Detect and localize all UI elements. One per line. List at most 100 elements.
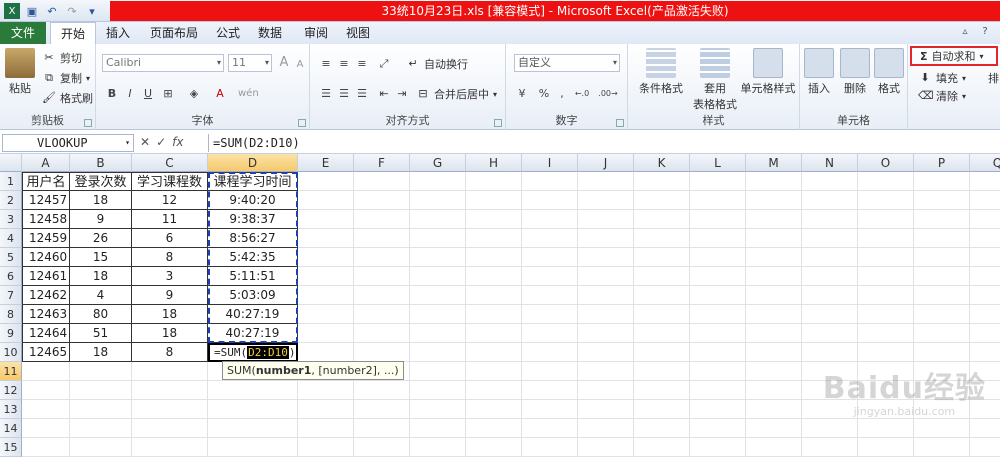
cell[interactable]	[132, 400, 208, 419]
merge-center-button[interactable]: ⊟ 合并后居中 ▾	[416, 86, 497, 102]
align-center-icon[interactable]: ☰	[336, 86, 352, 102]
increase-decimal-button[interactable]: ←.0	[572, 86, 592, 102]
cell[interactable]	[634, 286, 690, 305]
borders-icon[interactable]: ⊞	[160, 86, 176, 102]
cell[interactable]	[690, 267, 746, 286]
minimize-ribbon-icon[interactable]: ▵	[958, 25, 972, 39]
cell[interactable]	[690, 191, 746, 210]
tab-insert[interactable]: 插入	[100, 22, 136, 44]
cell[interactable]	[298, 400, 354, 419]
table-cell[interactable]: 8:56:27	[208, 229, 298, 248]
cell[interactable]	[858, 267, 914, 286]
cell[interactable]	[746, 381, 802, 400]
cell[interactable]	[70, 362, 132, 381]
cell[interactable]	[634, 172, 690, 191]
table-cell[interactable]: 12458	[22, 210, 70, 229]
cell[interactable]	[354, 419, 410, 438]
table-cell[interactable]: 40:27:19	[208, 324, 298, 343]
cell[interactable]	[578, 305, 634, 324]
format-painter-button[interactable]: 🖌 格式刷	[42, 90, 93, 106]
cell[interactable]	[208, 381, 298, 400]
cell[interactable]	[298, 229, 354, 248]
cell[interactable]	[746, 305, 802, 324]
cell[interactable]	[410, 419, 466, 438]
cell[interactable]	[690, 248, 746, 267]
paste-button[interactable]: 粘贴	[4, 48, 36, 96]
cell[interactable]	[634, 305, 690, 324]
italic-button[interactable]: I	[122, 86, 138, 102]
cell[interactable]	[746, 248, 802, 267]
cell[interactable]	[746, 343, 802, 362]
cell[interactable]	[578, 381, 634, 400]
cell[interactable]	[70, 400, 132, 419]
underline-button[interactable]: U	[140, 86, 156, 102]
cell[interactable]	[466, 267, 522, 286]
cell[interactable]	[298, 419, 354, 438]
cell[interactable]	[578, 191, 634, 210]
decrease-decimal-button[interactable]: .00→	[596, 86, 620, 102]
cell[interactable]	[354, 172, 410, 191]
table-cell[interactable]: 5:03:09	[208, 286, 298, 305]
cell[interactable]	[914, 343, 970, 362]
cell[interactable]	[208, 419, 298, 438]
cell[interactable]	[634, 324, 690, 343]
cell[interactable]	[522, 248, 578, 267]
cell[interactable]	[578, 324, 634, 343]
number-format-combo[interactable]: 自定义 ▾	[514, 54, 620, 72]
cell[interactable]	[578, 267, 634, 286]
dialog-launcher-icon[interactable]	[494, 119, 502, 127]
table-cell[interactable]: 11	[132, 210, 208, 229]
row-header-5[interactable]: 5	[0, 248, 22, 267]
cell[interactable]	[410, 229, 466, 248]
cell[interactable]	[354, 305, 410, 324]
cell[interactable]	[802, 286, 858, 305]
table-cell[interactable]: 40:27:19	[208, 305, 298, 324]
cell[interactable]	[466, 305, 522, 324]
table-cell[interactable]: 18	[132, 324, 208, 343]
cell[interactable]	[802, 324, 858, 343]
font-size-combo[interactable]: 11 ▾	[228, 54, 272, 72]
cell[interactable]	[466, 381, 522, 400]
column-header-c[interactable]: C	[132, 154, 208, 172]
cell[interactable]	[208, 438, 298, 457]
cell[interactable]	[858, 286, 914, 305]
cell[interactable]	[690, 286, 746, 305]
dialog-launcher-icon[interactable]	[298, 119, 306, 127]
cell[interactable]	[970, 343, 1000, 362]
row-header-1[interactable]: 1	[0, 172, 22, 191]
table-cell[interactable]: 12461	[22, 267, 70, 286]
select-all-corner[interactable]	[0, 154, 22, 172]
cancel-icon[interactable]: ✕	[140, 135, 150, 149]
cell[interactable]	[970, 419, 1000, 438]
column-header-h[interactable]: H	[466, 154, 522, 172]
cell[interactable]	[802, 172, 858, 191]
cell[interactable]	[354, 343, 410, 362]
cell[interactable]	[466, 438, 522, 457]
cell[interactable]	[522, 324, 578, 343]
cell[interactable]	[410, 400, 466, 419]
table-cell[interactable]: 9:38:37	[208, 210, 298, 229]
dialog-launcher-icon[interactable]	[84, 119, 92, 127]
cell[interactable]	[858, 229, 914, 248]
cell[interactable]	[914, 248, 970, 267]
column-header-p[interactable]: P	[914, 154, 970, 172]
cell[interactable]	[746, 229, 802, 248]
save-icon[interactable]: ▣	[24, 3, 40, 19]
column-header-f[interactable]: F	[354, 154, 410, 172]
cell[interactable]	[578, 229, 634, 248]
row-header-15[interactable]: 15	[0, 438, 22, 457]
cell[interactable]	[970, 286, 1000, 305]
cell[interactable]	[522, 286, 578, 305]
cell[interactable]	[132, 381, 208, 400]
cell[interactable]	[466, 229, 522, 248]
cell[interactable]	[522, 381, 578, 400]
insert-function-icon[interactable]: fx	[172, 135, 183, 149]
cell[interactable]	[578, 343, 634, 362]
clear-button[interactable]: ⌫ 清除 ▾	[918, 88, 966, 104]
cell[interactable]	[354, 324, 410, 343]
cell[interactable]	[410, 286, 466, 305]
table-cell[interactable]: 12457	[22, 191, 70, 210]
cell[interactable]	[354, 267, 410, 286]
header-cell[interactable]: 学习课程数	[132, 172, 208, 191]
fill-color-icon[interactable]: ◈	[186, 86, 202, 102]
